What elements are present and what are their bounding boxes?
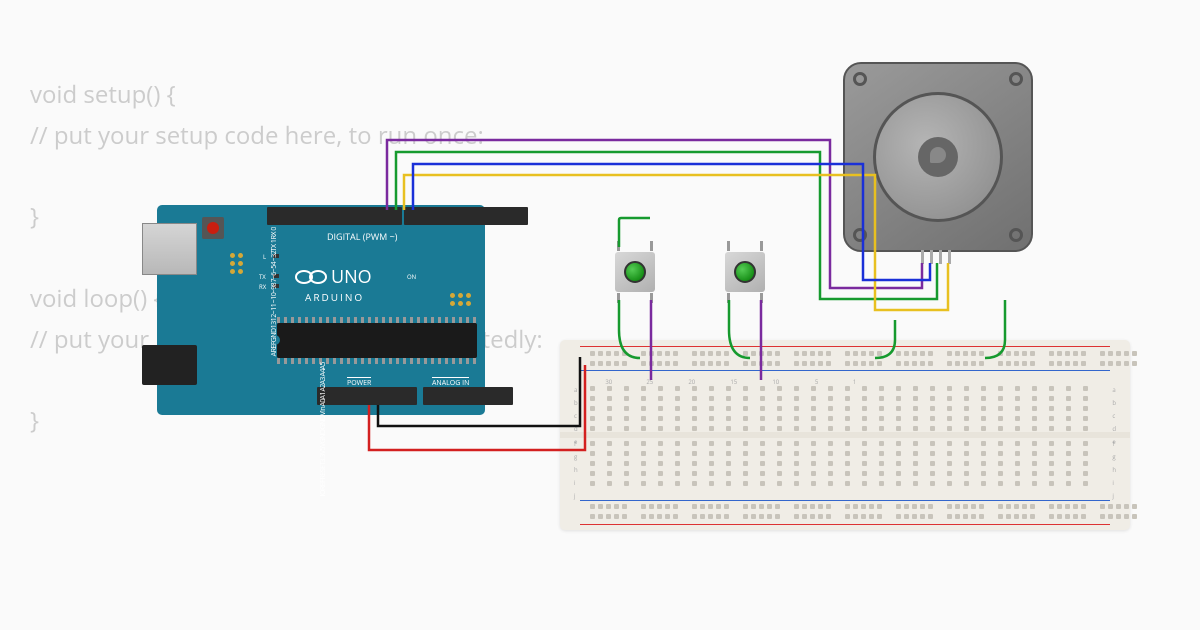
arduino-model: UNO bbox=[331, 265, 372, 289]
breadboard-row-letters: abcde bbox=[1112, 386, 1116, 446]
arduino-brand: ARDUINO bbox=[305, 290, 364, 304]
reset-button[interactable] bbox=[202, 217, 224, 239]
tx-led-label: TX bbox=[259, 273, 266, 281]
button-cap[interactable] bbox=[624, 261, 646, 283]
wire-btn1-sig[interactable] bbox=[619, 218, 650, 247]
button-leg-icon bbox=[760, 241, 763, 251]
on-led-label: ON bbox=[407, 273, 416, 281]
digital-pin-header-2[interactable] bbox=[404, 207, 528, 225]
push-button-1[interactable] bbox=[610, 247, 660, 297]
power-pin-header[interactable] bbox=[317, 387, 417, 405]
motor-shaft-icon bbox=[918, 137, 958, 177]
breadboard-divider bbox=[560, 432, 1130, 438]
motor-mount-hole-icon bbox=[853, 228, 867, 242]
motor-mount-hole-icon bbox=[1009, 72, 1023, 86]
icsp-header-icon bbox=[450, 293, 471, 306]
breadboard-column-numbers: 151015202530 bbox=[605, 378, 856, 386]
digital-pin-labels: AREFGND1312~11~10~987~6~54~32TX 1RX 0 bbox=[271, 227, 279, 356]
power-analog-pin-labels: IOREFRESET3.3V5VGNDGNDVinA0A1A2A3A4A5 bbox=[320, 362, 328, 497]
button-leg-icon bbox=[617, 241, 620, 251]
usb-port-icon bbox=[142, 223, 197, 275]
analog-label: ANALOG IN bbox=[432, 377, 469, 388]
motor-mount-hole-icon bbox=[853, 72, 867, 86]
button-cap[interactable] bbox=[734, 261, 756, 283]
motor-pin-header[interactable] bbox=[921, 250, 951, 264]
stepper-motor[interactable] bbox=[843, 62, 1033, 252]
icsp2-header-icon bbox=[230, 253, 243, 274]
button-leg-icon bbox=[650, 293, 653, 303]
power-jack-icon bbox=[142, 345, 197, 385]
atmega-chip-icon bbox=[277, 323, 477, 358]
breadboard-row-letters: fghij bbox=[574, 440, 578, 500]
circuit-canvas[interactable]: DIGITAL (PWM ~) POWER ANALOG IN UNO ARDU… bbox=[0, 0, 1200, 630]
button-leg-icon bbox=[650, 241, 653, 251]
button-leg-icon bbox=[760, 293, 763, 303]
l-led-label: L bbox=[263, 253, 266, 261]
power-label: POWER bbox=[347, 377, 371, 388]
arduino-logo: UNO bbox=[295, 265, 372, 289]
button-leg-icon bbox=[727, 241, 730, 251]
button-leg-icon bbox=[617, 293, 620, 303]
ground-rail-line bbox=[580, 370, 1110, 371]
ground-rail-line bbox=[580, 500, 1110, 501]
digital-pin-header[interactable] bbox=[267, 207, 402, 225]
power-rail-line bbox=[580, 524, 1110, 525]
digital-label: DIGITAL (PWM ~) bbox=[327, 230, 397, 243]
breadboard-row-letters: abcde bbox=[574, 386, 578, 446]
analog-pin-header[interactable] bbox=[423, 387, 513, 405]
arduino-uno-board[interactable]: DIGITAL (PWM ~) POWER ANALOG IN UNO ARDU… bbox=[157, 195, 485, 425]
breadboard-row-letters: fghij bbox=[1112, 440, 1116, 500]
button-leg-icon bbox=[727, 293, 730, 303]
power-rail-line bbox=[580, 346, 1110, 347]
motor-mount-hole-icon bbox=[1009, 228, 1023, 242]
breadboard[interactable]: 151015202530 abcde fghij abcde fghij bbox=[560, 340, 1130, 530]
rx-led-label: RX bbox=[259, 283, 266, 291]
push-button-2[interactable] bbox=[720, 247, 770, 297]
